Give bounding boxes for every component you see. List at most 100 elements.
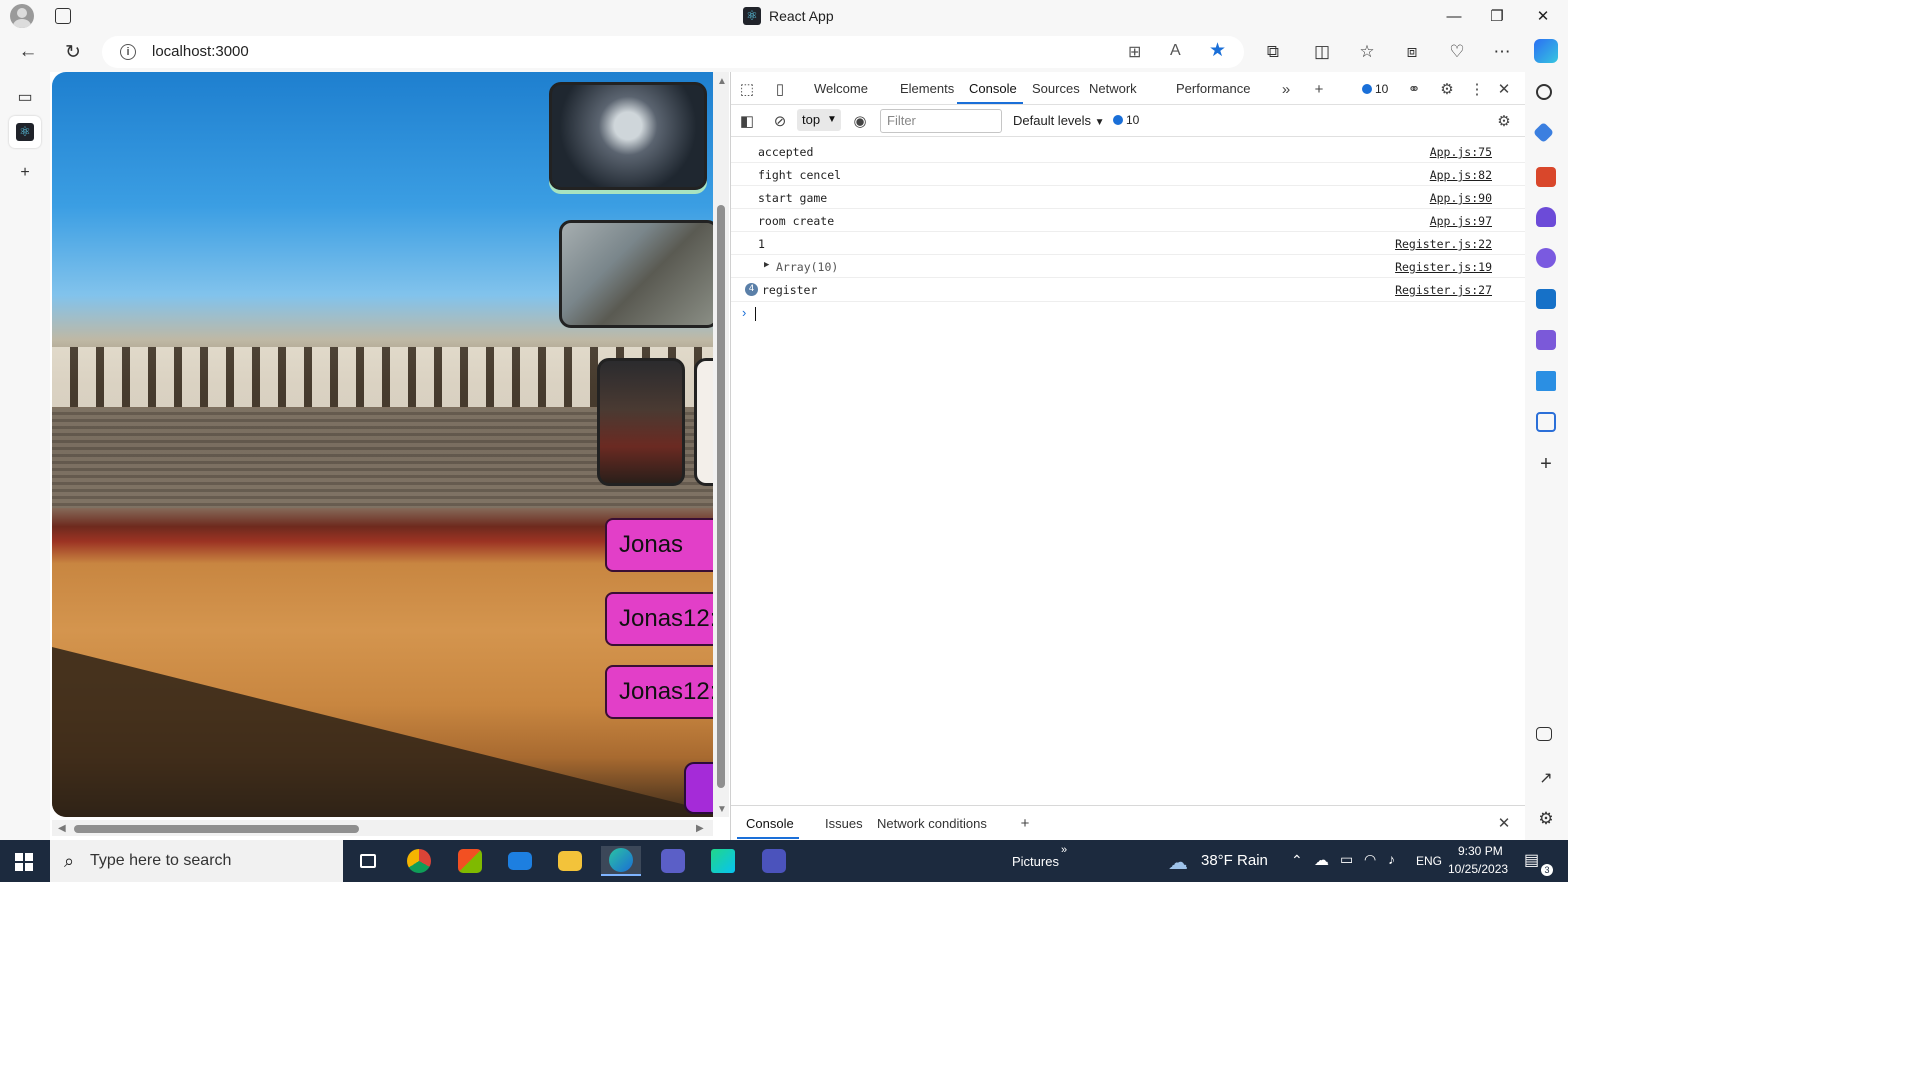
- favorite-star-icon[interactable]: ★: [1209, 39, 1226, 62]
- log-message[interactable]: Array(10): [776, 260, 838, 274]
- task-view-icon[interactable]: [348, 846, 388, 876]
- action-button-partial[interactable]: [684, 762, 713, 814]
- log-entry-array[interactable]: ▶ Array(10) Register.js:19: [731, 255, 1525, 278]
- tab-react-app[interactable]: ⚛: [9, 116, 41, 148]
- show-hidden-icons[interactable]: ⌃: [1291, 852, 1303, 869]
- sidebar-settings-icon[interactable]: ⚙: [1536, 809, 1556, 829]
- add-tab-icon[interactable]: +: [1309, 79, 1329, 99]
- log-levels-dropdown[interactable]: Default levels ▼: [1013, 113, 1105, 128]
- log-entry[interactable]: accepted App.js:75: [731, 140, 1525, 163]
- address-bar[interactable]: i localhost:3000 ⊞ A ★: [102, 36, 1244, 68]
- scroll-up-icon[interactable]: ▲: [717, 76, 727, 87]
- expand-triangle-icon[interactable]: ▶: [764, 260, 769, 270]
- toolbar-expand-icon[interactable]: »: [1061, 844, 1067, 856]
- drawer-tab-issues[interactable]: Issues: [825, 816, 863, 831]
- more-tabs-icon[interactable]: »: [1276, 79, 1296, 99]
- teams-new-icon[interactable]: [653, 846, 693, 876]
- messages-badge[interactable]: 10: [1362, 82, 1388, 96]
- collections-icon[interactable]: ⧈: [1399, 40, 1425, 64]
- clock-date[interactable]: 10/25/2023: [1448, 862, 1508, 876]
- console-settings-icon[interactable]: ⚙: [1494, 111, 1514, 131]
- hide-sidebar-icon[interactable]: [1536, 727, 1552, 741]
- log-entry[interactable]: room create App.js:97: [731, 209, 1525, 232]
- language-indicator[interactable]: ENG: [1416, 854, 1442, 868]
- pictures-toolbar[interactable]: Pictures: [1012, 854, 1059, 869]
- favorites-icon[interactable]: ☆: [1354, 40, 1380, 64]
- issues-badge[interactable]: 10: [1113, 113, 1139, 127]
- live-expression-eye-icon[interactable]: ◉: [850, 111, 870, 131]
- inspect-element-icon[interactable]: ⬚: [737, 79, 757, 99]
- tab-performance[interactable]: Performance: [1176, 81, 1250, 96]
- player-button-2[interactable]: Jonas12:: [605, 592, 713, 646]
- filter-input[interactable]: Filter: [880, 109, 1002, 133]
- horizontal-scroll-thumb[interactable]: [74, 825, 359, 833]
- windows-start-icon[interactable]: [15, 853, 33, 871]
- games-icon[interactable]: [1536, 207, 1556, 227]
- search-icon[interactable]: [1536, 84, 1552, 100]
- site-info-icon[interactable]: i: [120, 44, 136, 60]
- vertical-scroll-thumb[interactable]: [717, 205, 725, 788]
- log-entry[interactable]: fight cencel App.js:82: [731, 163, 1525, 186]
- read-aloud-icon[interactable]: A: [1170, 42, 1181, 60]
- mail-icon[interactable]: [500, 846, 540, 876]
- scroll-left-icon[interactable]: ◀: [58, 823, 66, 834]
- designer-icon[interactable]: [1536, 330, 1556, 350]
- browser-essentials-icon[interactable]: ♡: [1444, 40, 1470, 64]
- close-drawer-icon[interactable]: ✕: [1494, 813, 1514, 833]
- sidebar-toggle-icon[interactable]: ◧: [737, 111, 757, 131]
- log-entry[interactable]: 1 Register.js:22: [731, 232, 1525, 255]
- character-card-bearded-warrior[interactable]: [549, 82, 707, 190]
- log-source-link[interactable]: App.js:82: [1430, 168, 1492, 182]
- microsoft-365-icon[interactable]: [1536, 248, 1556, 268]
- log-source-link[interactable]: Register.js:22: [1395, 237, 1492, 251]
- tab-sources[interactable]: Sources: [1032, 81, 1080, 96]
- file-explorer-icon[interactable]: [550, 846, 590, 876]
- copilot-icon[interactable]: [1534, 39, 1558, 63]
- microsoft-store-icon[interactable]: [450, 846, 490, 876]
- outlook-icon[interactable]: [1536, 289, 1556, 309]
- device-emulation-icon[interactable]: ▯: [770, 79, 790, 99]
- context-selector[interactable]: top ▼: [797, 109, 841, 131]
- battery-icon[interactable]: ▭: [1340, 851, 1353, 868]
- scroll-down-icon[interactable]: ▼: [717, 804, 727, 815]
- webstorm-icon[interactable]: [703, 846, 743, 876]
- restore-button[interactable]: ❐: [1474, 0, 1520, 32]
- connect-icon[interactable]: ⚭: [1404, 79, 1424, 99]
- add-drawer-tab-icon[interactable]: +: [1015, 813, 1035, 833]
- split-screen-icon[interactable]: ◫: [1309, 40, 1335, 64]
- clear-console-icon[interactable]: ⊘: [770, 111, 790, 131]
- tab-welcome[interactable]: Welcome: [814, 81, 868, 96]
- flag-icon[interactable]: [1536, 412, 1556, 432]
- customize-menu-icon[interactable]: ⋮: [1467, 79, 1487, 99]
- new-tab-icon[interactable]: +: [9, 157, 41, 189]
- wifi-icon[interactable]: ◠: [1364, 851, 1376, 868]
- log-source-link[interactable]: App.js:97: [1430, 214, 1492, 228]
- weather-text[interactable]: 38°F Rain: [1201, 852, 1268, 869]
- tab-elements[interactable]: Elements: [900, 81, 954, 96]
- minimize-button[interactable]: —: [1431, 0, 1477, 32]
- shopping-tag-icon[interactable]: [1532, 121, 1555, 144]
- notifications-icon[interactable]: ▤: [1524, 850, 1539, 870]
- tab-actions-icon[interactable]: ▭: [9, 81, 41, 113]
- chrome-icon[interactable]: [399, 846, 439, 876]
- player-button-1[interactable]: Jonas: [605, 518, 713, 572]
- onedrive-icon[interactable]: ☁: [1314, 851, 1329, 869]
- workspaces-icon[interactable]: [55, 8, 71, 24]
- settings-gear-icon[interactable]: ⚙: [1437, 79, 1457, 99]
- log-source-link[interactable]: App.js:75: [1430, 145, 1492, 159]
- more-options-icon[interactable]: ⋯: [1489, 40, 1515, 64]
- add-sidebar-app-icon[interactable]: +: [1536, 454, 1556, 474]
- tab-network[interactable]: Network: [1089, 81, 1137, 96]
- character-card-helmet-warrior[interactable]: [559, 220, 713, 328]
- log-source-link[interactable]: Register.js:27: [1395, 283, 1492, 297]
- log-source-link[interactable]: App.js:90: [1430, 191, 1492, 205]
- taskbar-search[interactable]: ⌕ Type here to search: [50, 840, 343, 882]
- log-source-link[interactable]: Register.js:19: [1395, 260, 1492, 274]
- edge-icon[interactable]: [601, 846, 641, 876]
- log-entry-grouped[interactable]: 4 register Register.js:27: [731, 278, 1525, 302]
- log-entry[interactable]: start game App.js:90: [731, 186, 1525, 209]
- character-card-partial[interactable]: [694, 358, 713, 486]
- extensions-icon[interactable]: ⧉: [1260, 40, 1286, 64]
- open-external-icon[interactable]: ↗: [1536, 768, 1556, 788]
- refresh-icon[interactable]: ↻: [58, 38, 88, 66]
